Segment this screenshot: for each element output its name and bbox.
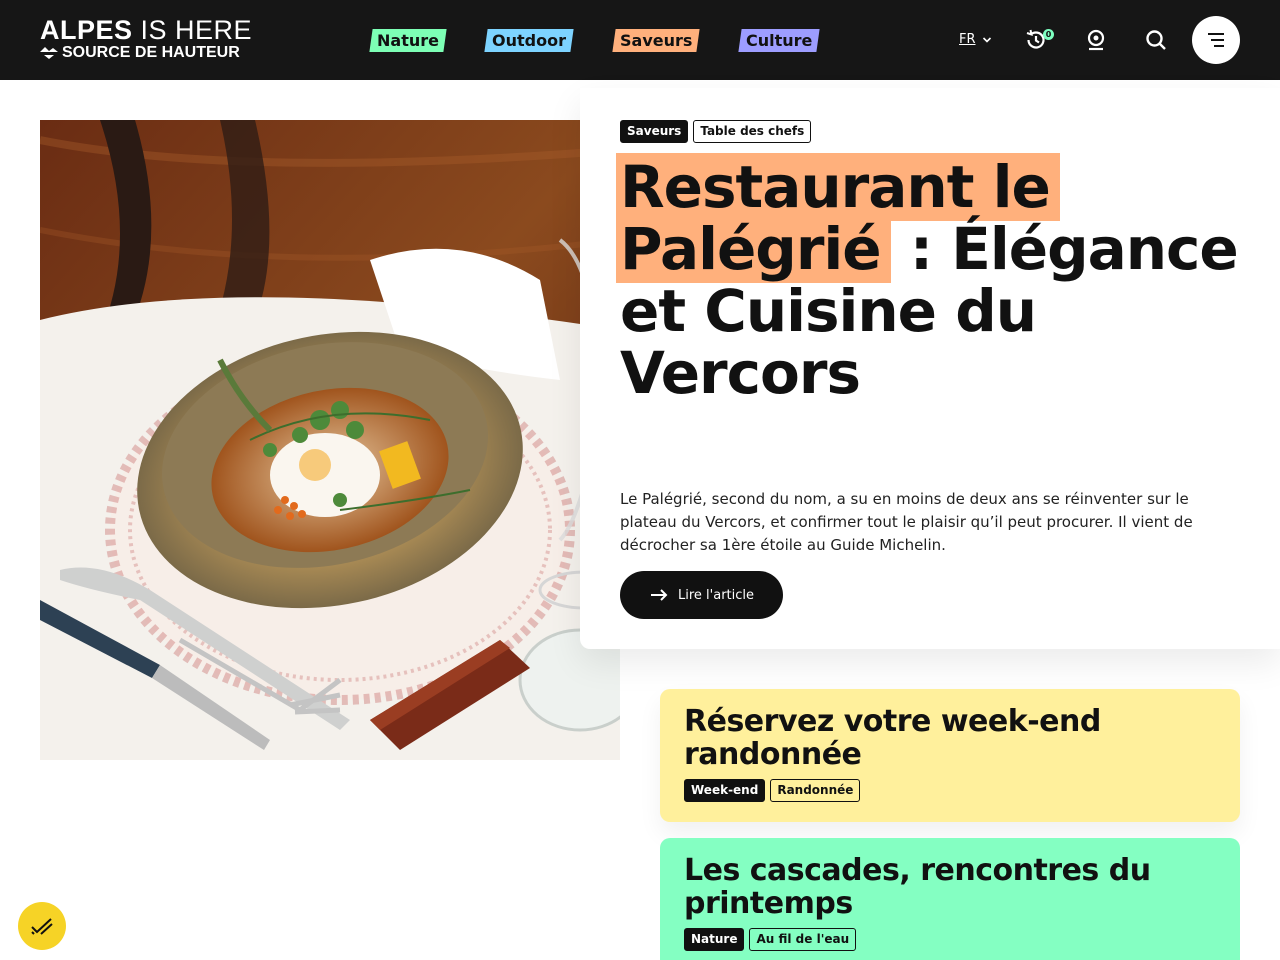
nav-item-nature[interactable]: Nature <box>369 29 447 52</box>
article-title[interactable]: Restaurant le Palégrié : Élégance et Cui… <box>616 153 1260 404</box>
language-code: FR <box>959 32 976 47</box>
tag-saveurs[interactable]: Saveurs <box>620 120 689 143</box>
site-logo[interactable]: ALPES IS HERE SOURCE DE HAUTEUR <box>40 16 252 64</box>
article-card-weekend[interactable]: Réservez votre week-end randonnée Week-e… <box>660 689 1240 822</box>
logo-line-2: SOURCE DE HAUTEUR <box>40 44 240 62</box>
accessibility-button[interactable] <box>18 902 66 950</box>
menu-button[interactable] <box>1192 16 1240 64</box>
tag-nature[interactable]: Nature <box>684 928 745 951</box>
card-title: Réservez votre week-end randonnée <box>684 704 1101 772</box>
location-icon <box>1087 29 1105 51</box>
article-tags: Saveurs Table des chefs <box>620 120 812 143</box>
search-button[interactable] <box>1144 28 1168 52</box>
mountain-icon <box>40 47 58 59</box>
chevron-down-icon <box>982 37 991 43</box>
menu-icon <box>1208 33 1224 47</box>
card-tags: Week-end Randonnée <box>684 779 1216 802</box>
tag-au-fil-de-l-eau[interactable]: Au fil de l'eau <box>749 928 857 951</box>
arrow-right-icon <box>651 589 668 601</box>
featured-article-card: Saveurs Table des chefs Restaurant le Pa… <box>580 88 1280 649</box>
location-button[interactable] <box>1084 28 1108 52</box>
language-selector[interactable]: FR <box>959 31 992 49</box>
restaurant-dish-illustration <box>40 120 620 760</box>
tag-table-des-chefs[interactable]: Table des chefs <box>693 120 812 143</box>
article-card-cascades[interactable]: Les cascades, rencontres du printemps Na… <box>660 838 1240 960</box>
nav-item-outdoor[interactable]: Outdoor <box>484 29 574 52</box>
card-title: Les cascades, rencontres du printemps <box>684 853 1151 921</box>
read-article-button[interactable]: Lire l'article <box>620 571 783 619</box>
history-count-badge: 0 <box>1043 29 1054 40</box>
article-description: Le Palégrié, second du nom, a su en moin… <box>620 490 1193 554</box>
site-header: ALPES IS HERE SOURCE DE HAUTEUR Nature O… <box>0 0 1280 80</box>
read-article-label: Lire l'article <box>678 587 755 603</box>
hero-image[interactable] <box>40 120 620 760</box>
search-icon <box>1146 30 1166 50</box>
nav-item-culture[interactable]: Culture <box>738 29 821 52</box>
tag-randonnee[interactable]: Randonnée <box>770 779 861 802</box>
tag-week-end[interactable]: Week-end <box>684 779 766 802</box>
logo-line-1: ALPES IS HERE <box>40 15 253 45</box>
nav-item-saveurs[interactable]: Saveurs <box>612 29 701 52</box>
checkmarks-icon <box>31 918 53 935</box>
card-tags: Nature Au fil de l'eau <box>684 928 1216 951</box>
